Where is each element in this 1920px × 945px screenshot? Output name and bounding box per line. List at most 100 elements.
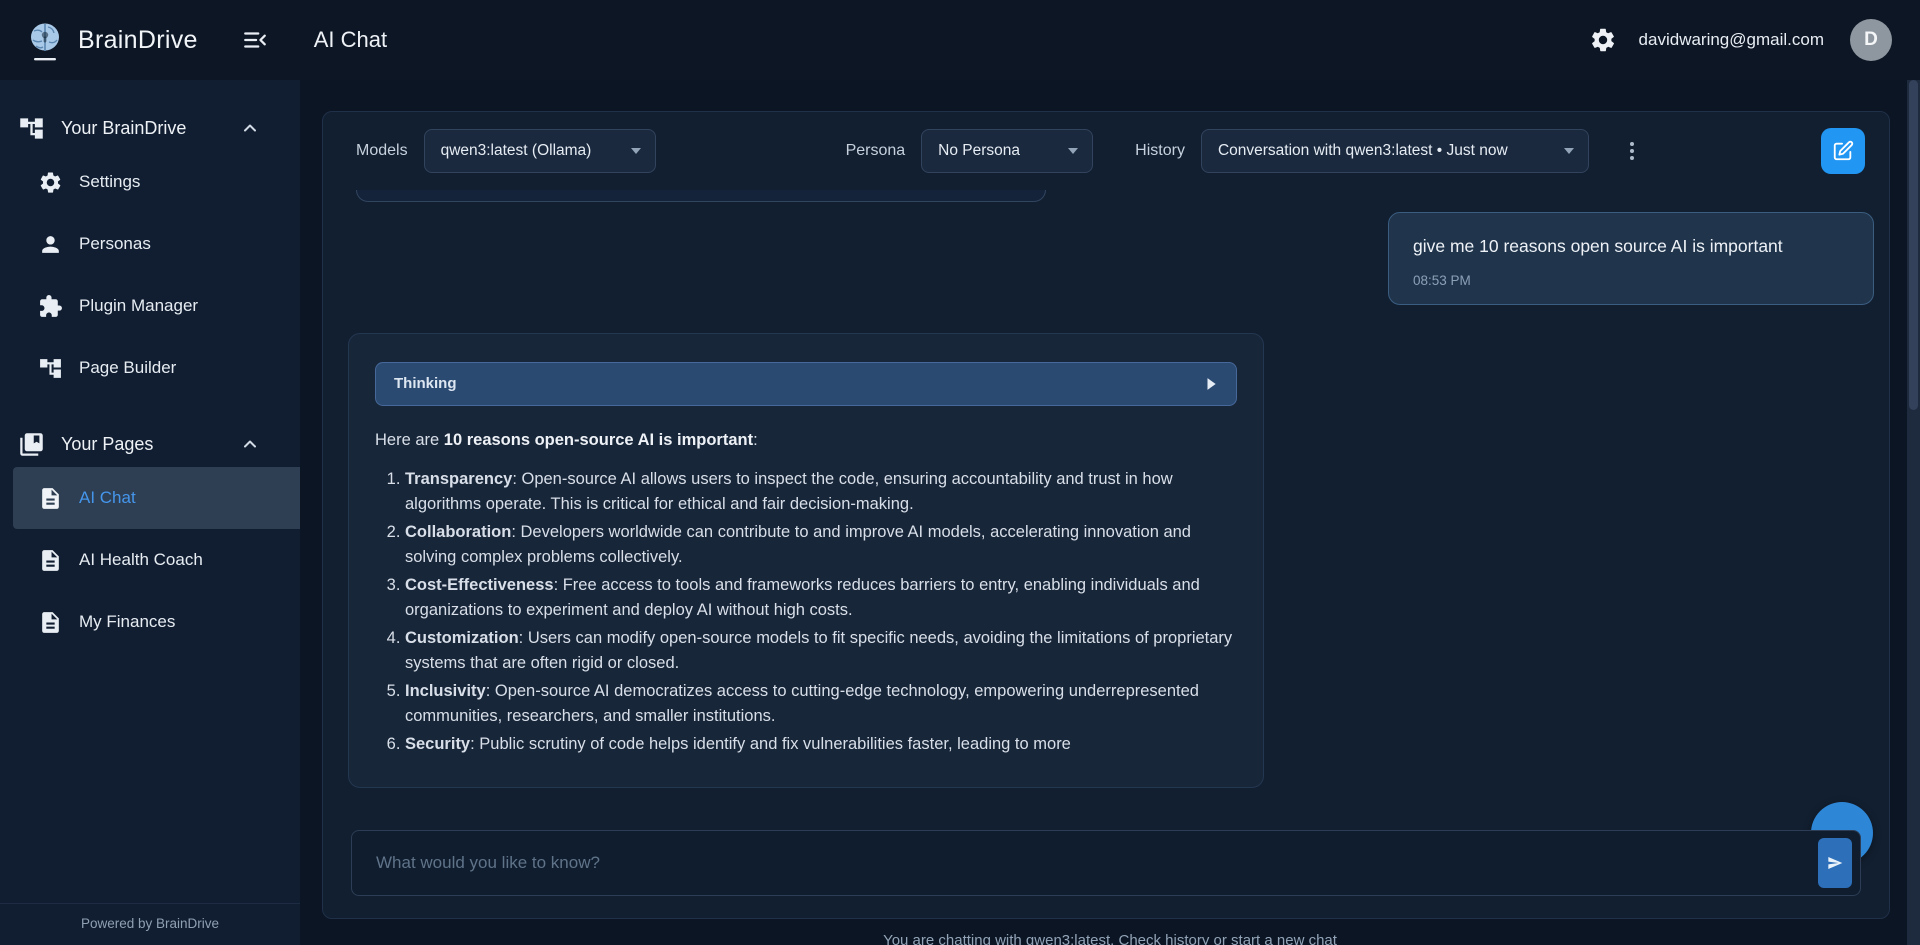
sitemap-icon: [18, 115, 45, 142]
list-item-term: Transparency: [405, 470, 512, 488]
assistant-reasons-list: Transparency: Open-source AI allows user…: [375, 467, 1237, 758]
chevron-up-icon: [240, 434, 260, 454]
persona-dropdown-value: No Persona: [938, 142, 1058, 160]
models-dropdown[interactable]: qwen3:latest (Ollama): [424, 129, 656, 173]
list-item-text: : Open-source AI democratizes access to …: [405, 682, 1199, 725]
sidebar-item-label: Page Builder: [79, 358, 176, 378]
list-item: Customization: Users can modify open-sou…: [405, 626, 1237, 676]
list-item-term: Cost-Effectiveness: [405, 576, 554, 594]
chat-message-list[interactable]: give me 10 reasons open source AI is imp…: [323, 190, 1889, 822]
brand-name: BrainDrive: [78, 26, 198, 55]
footer-note: You are chatting with qwen3:latest. Chec…: [300, 932, 1920, 945]
composer-wrap: [323, 822, 1889, 918]
send-button[interactable]: [1818, 838, 1852, 888]
history-dropdown-value: Conversation with qwen3:latest • Just no…: [1218, 142, 1554, 160]
section-label: Your Pages: [61, 434, 224, 455]
user-email: davidwaring@gmail.com: [1639, 30, 1824, 50]
edit-square-icon: [1832, 140, 1854, 162]
person-icon: [38, 232, 63, 257]
list-item-text: : Open-source AI allows users to inspect…: [405, 470, 1173, 513]
section-label: Your BrainDrive: [61, 118, 224, 139]
page-title: AI Chat: [314, 27, 387, 53]
list-item-term: Customization: [405, 629, 519, 647]
sidebar-item-label: Plugin Manager: [79, 296, 198, 316]
document-icon: [38, 548, 63, 573]
scrollbar-thumb[interactable]: [1909, 80, 1918, 410]
user-message-bubble: give me 10 reasons open source AI is imp…: [1388, 212, 1874, 305]
assistant-message-bubble: Thinking Here are 10 reasons open-source…: [348, 333, 1264, 788]
caret-down-icon: [1068, 148, 1078, 154]
new-chat-button[interactable]: [1821, 128, 1865, 174]
caret-down-icon: [1564, 148, 1574, 154]
sidebar-item-label: AI Health Coach: [79, 550, 203, 570]
collapse-menu-icon: [242, 27, 268, 53]
expand-arrow-icon: [1204, 377, 1218, 391]
sidebar-section-your-braindrive: Your BrainDrive Settings: [0, 105, 300, 399]
document-icon: [38, 486, 63, 511]
sidebar-item-plugin-manager[interactable]: Plugin Manager: [0, 275, 300, 337]
intro-suffix: :: [753, 431, 758, 449]
pages-icon: [18, 431, 45, 458]
sidebar-item-label: My Finances: [79, 612, 175, 632]
list-item-text: : Public scrutiny of code helps identify…: [470, 735, 1071, 753]
sidebar-item-ai-chat[interactable]: AI Chat: [13, 467, 300, 529]
list-item-text: : Developers worldwide can contribute to…: [405, 523, 1191, 566]
models-dropdown-value: qwen3:latest (Ollama): [441, 142, 621, 160]
chevron-up-icon: [240, 118, 260, 138]
avatar-initial: D: [1864, 29, 1878, 51]
list-item: Inclusivity: Open-source AI democratizes…: [405, 679, 1237, 729]
sidebar-footer: Powered by BrainDrive: [0, 903, 300, 945]
sidebar-item-page-builder[interactable]: Page Builder: [0, 337, 300, 399]
composer: [351, 830, 1861, 896]
list-item: Collaboration: Developers worldwide can …: [405, 520, 1237, 570]
persona-dropdown[interactable]: No Persona: [921, 129, 1093, 173]
persona-label: Persona: [846, 142, 906, 160]
thinking-toggle[interactable]: Thinking: [375, 362, 1237, 406]
chat-panel: Models qwen3:latest (Ollama) Persona No …: [322, 111, 1890, 919]
braindrive-logo-icon: [24, 18, 66, 62]
history-dropdown[interactable]: Conversation with qwen3:latest • Just no…: [1201, 129, 1589, 173]
list-item: Transparency: Open-source AI allows user…: [405, 467, 1237, 517]
history-label: History: [1135, 142, 1185, 160]
chat-toolbar: Models qwen3:latest (Ollama) Persona No …: [323, 112, 1889, 190]
send-icon: [1827, 855, 1843, 871]
sitemap-icon: [38, 356, 63, 381]
user-message-timestamp: 08:53 PM: [1413, 273, 1849, 288]
assistant-intro: Here are 10 reasons open-source AI is im…: [375, 428, 1237, 453]
thinking-label: Thinking: [394, 375, 1204, 392]
gear-icon: [1589, 26, 1617, 54]
document-icon: [38, 610, 63, 635]
user-message-row: give me 10 reasons open source AI is imp…: [348, 212, 1874, 305]
sidebar-item-ai-health-coach[interactable]: AI Health Coach: [0, 529, 300, 591]
sidebar: Your BrainDrive Settings: [0, 80, 300, 945]
sidebar-section-your-pages: Your Pages AI Chat: [0, 421, 300, 653]
puzzle-icon: [38, 294, 63, 319]
list-item: Security: Public scrutiny of code helps …: [405, 732, 1237, 757]
user-message-text: give me 10 reasons open source AI is imp…: [1413, 235, 1849, 259]
settings-button[interactable]: [1589, 26, 1617, 54]
sidebar-collapse-button[interactable]: [242, 27, 268, 53]
intro-bold: 10 reasons open-source AI is important: [444, 431, 753, 449]
list-item-term: Collaboration: [405, 523, 511, 541]
main-content: Models qwen3:latest (Ollama) Persona No …: [300, 80, 1920, 945]
intro-prefix: Here are: [375, 431, 444, 449]
section-header-your-braindrive[interactable]: Your BrainDrive: [0, 105, 300, 151]
section-header-your-pages[interactable]: Your Pages: [0, 421, 300, 467]
chat-input[interactable]: [376, 853, 1818, 873]
sidebar-item-settings[interactable]: Settings: [0, 151, 300, 213]
list-item-text: : Users can modify open-source models to…: [405, 629, 1232, 672]
sidebar-item-my-finances[interactable]: My Finances: [0, 591, 300, 653]
avatar[interactable]: D: [1850, 19, 1892, 61]
sidebar-item-label: Personas: [79, 234, 151, 254]
more-options-button[interactable]: [1617, 134, 1647, 168]
kebab-icon: [1623, 140, 1641, 162]
gear-icon: [38, 170, 63, 195]
sidebar-item-label: AI Chat: [79, 488, 136, 508]
list-item-term: Security: [405, 735, 470, 753]
page-scrollbar[interactable]: [1907, 80, 1920, 945]
models-label: Models: [356, 142, 408, 160]
caret-down-icon: [631, 148, 641, 154]
partial-scrolled-message: [356, 190, 1046, 202]
list-item-term: Inclusivity: [405, 682, 486, 700]
sidebar-item-personas[interactable]: Personas: [0, 213, 300, 275]
